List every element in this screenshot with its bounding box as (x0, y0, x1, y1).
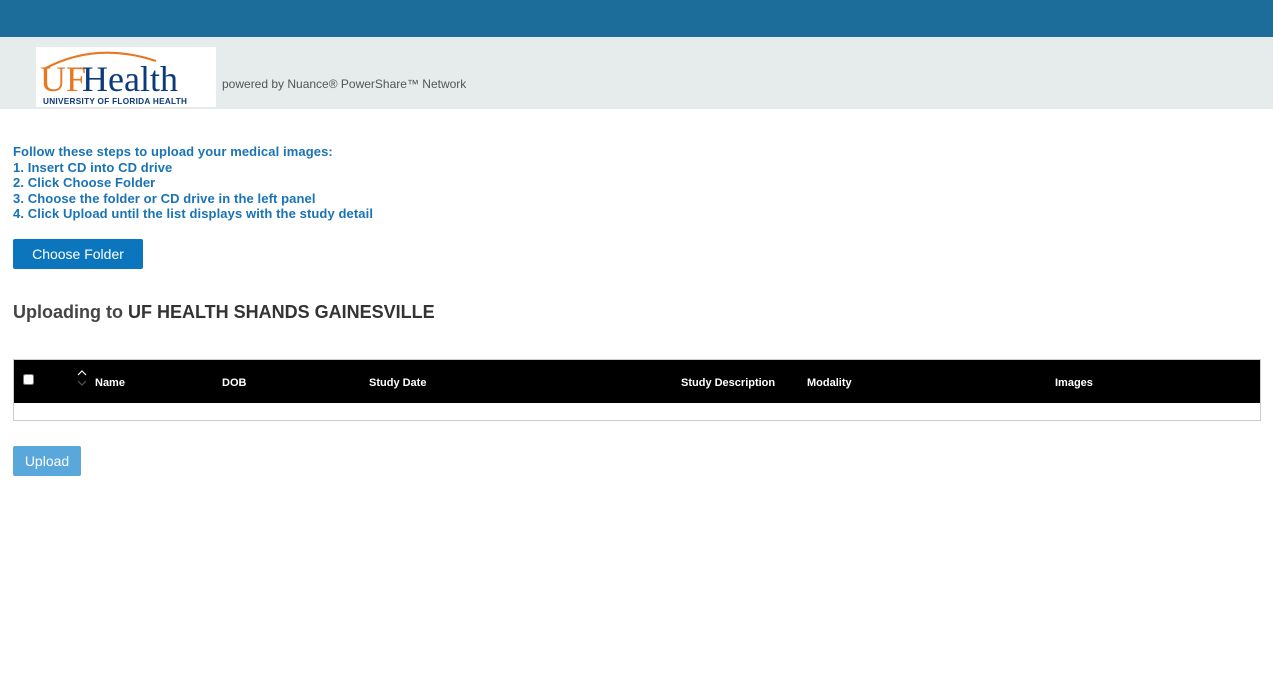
uploading-prefix: Uploading to (13, 302, 128, 322)
header: UF Health UNIVERSITY OF FLORIDA HEALTH p… (0, 37, 1273, 109)
choose-folder-button[interactable]: Choose Folder (13, 239, 143, 269)
uploading-destination-heading: Uploading to UF HEALTH SHANDS GAINESVILL… (13, 302, 435, 323)
uf-health-logo: UF Health UNIVERSITY OF FLORIDA HEALTH (36, 47, 216, 107)
logo-subtitle: UNIVERSITY OF FLORIDA HEALTH (43, 97, 187, 106)
study-table: Name DOB Study Date Study Description Mo… (13, 359, 1261, 421)
instruction-step-4: 4. Click Upload until the list displays … (13, 206, 374, 221)
instruction-step-1: 1. Insert CD into CD drive (13, 159, 173, 175)
upload-instructions: Follow these steps to upload your medica… (13, 144, 373, 222)
column-header-dob[interactable]: DOB (222, 377, 246, 389)
top-bar (0, 0, 1273, 37)
column-header-study-description[interactable]: Study Description (681, 377, 775, 389)
column-header-modality[interactable]: Modality (807, 377, 852, 389)
select-all-checkbox[interactable] (23, 374, 34, 385)
uploading-destination: UF HEALTH SHANDS GAINESVILLE (127, 302, 435, 322)
sort-up-down-icon[interactable] (76, 368, 88, 388)
logo-arc-icon: UF Health UNIVERSITY OF FLORIDA HEALTH (40, 51, 187, 106)
upload-button[interactable]: Upload (13, 446, 81, 476)
logo-health-text: Health (82, 59, 178, 99)
logo-uf-text: UF (40, 59, 86, 99)
instructions-title: Follow these steps to upload your medica… (13, 144, 333, 159)
instruction-step-3: 3. Choose the folder or CD drive in the … (13, 190, 316, 206)
powered-by-text: powered by Nuance® PowerShare™ Network (222, 77, 467, 91)
column-header-name[interactable]: Name (95, 377, 125, 389)
column-header-images[interactable]: Images (1055, 377, 1093, 389)
column-header-study-date[interactable]: Study Date (369, 377, 426, 389)
instruction-step-2: 2. Click Choose Folder (13, 175, 156, 190)
study-table-header: Name DOB Study Date Study Description Mo… (14, 360, 1260, 403)
